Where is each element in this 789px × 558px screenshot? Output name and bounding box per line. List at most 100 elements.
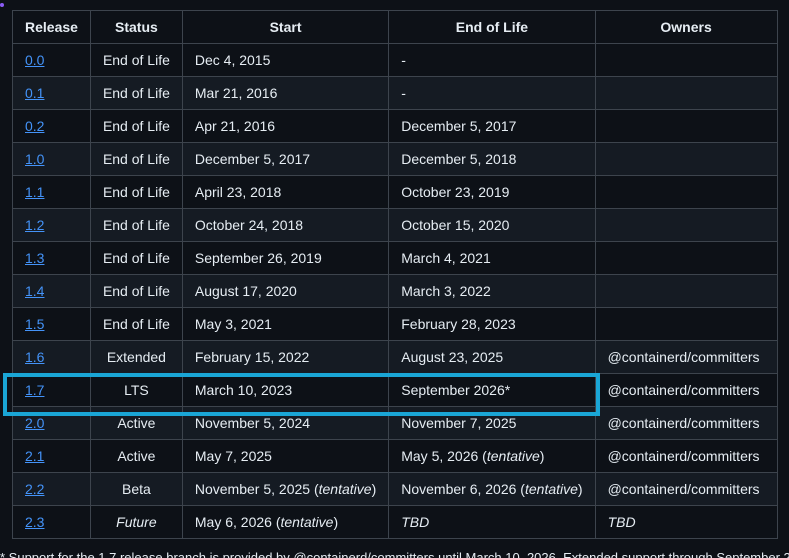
status-cell: Extended: [89, 340, 183, 374]
end-of-life-text: May 5, 2026: [401, 448, 479, 464]
start-date-text: Apr 21, 2016: [194, 118, 276, 134]
owners-cell: [594, 241, 778, 275]
end-of-life-cell: September 2026*: [388, 373, 596, 407]
release-version-link[interactable]: 2.1: [25, 448, 44, 464]
table-row: 1.6 Extended February 15, 2022 August 23, 2…: [12, 340, 778, 374]
start-date-cell: December 5, 2017: [181, 142, 390, 176]
start-date-cell: February 15, 2022: [181, 340, 390, 374]
release-version-link[interactable]: 2.3: [25, 514, 44, 530]
end-of-life-text: October 15, 2020: [401, 217, 510, 233]
status-cell: End of Life: [89, 109, 183, 143]
start-date-cell: May 6, 2026 (tentative): [181, 505, 390, 539]
owners-cell: [594, 76, 778, 110]
end-of-life-cell: March 3, 2022: [388, 274, 596, 308]
status-cell: End of Life: [89, 274, 183, 308]
status-cell: Active: [89, 406, 183, 440]
end-of-life-cell: August 23, 2025: [388, 340, 596, 374]
table-row: 0.0 End of Life Dec 4, 2015 -: [12, 43, 778, 77]
end-of-life-cell: December 5, 2017: [388, 109, 596, 143]
end-of-life-cell: October 23, 2019: [388, 175, 596, 209]
release-version-link[interactable]: 1.4: [25, 283, 44, 299]
status-cell: Active: [89, 439, 183, 473]
header-start: Start: [181, 10, 390, 44]
release-version-link[interactable]: 0.1: [25, 85, 44, 101]
status-cell: End of Life: [89, 241, 183, 275]
start-date-text: Dec 4, 2015: [194, 52, 271, 68]
release-cell: 2.0: [12, 406, 91, 440]
end-of-life-cell: October 15, 2020: [388, 208, 596, 242]
release-version-link[interactable]: 1.2: [25, 217, 44, 233]
owners-cell: [594, 109, 778, 143]
status-cell: End of Life: [89, 307, 183, 341]
start-date-cell: May 3, 2021: [181, 307, 390, 341]
release-version-link[interactable]: 1.5: [25, 316, 44, 332]
status-cell: Beta: [89, 472, 183, 506]
end-of-life-text: March 4, 2021: [401, 250, 491, 266]
end-of-life-cell: -: [388, 43, 596, 77]
status-cell: LTS: [89, 373, 183, 407]
release-version-link[interactable]: 1.0: [25, 151, 44, 167]
start-date-text: November 5, 2024: [194, 415, 311, 431]
release-version-link[interactable]: 2.2: [25, 481, 44, 497]
end-of-life-cell: TBD: [388, 505, 596, 539]
release-version-link[interactable]: 0.0: [25, 52, 44, 68]
owners-cell: @containerd/committers: [594, 472, 778, 506]
release-version-link[interactable]: 2.0: [25, 415, 44, 431]
table-row: 0.1 End of Life Mar 21, 2016 -: [12, 76, 778, 110]
releases-table: Release Status Start End of Life Owners …: [12, 10, 778, 539]
table-header-row: Release Status Start End of Life Owners: [12, 10, 778, 44]
start-date-text: December 5, 2017: [194, 151, 311, 167]
owners-cell: [594, 208, 778, 242]
end-of-life-text: -: [401, 52, 406, 68]
status-cell: Future: [89, 505, 183, 539]
header-release: Release: [12, 10, 91, 44]
owners-cell: @containerd/committers: [594, 439, 778, 473]
end-of-life-cell: February 28, 2023: [388, 307, 596, 341]
status-cell: End of Life: [89, 142, 183, 176]
table-row: 2.1 Active May 7, 2025 May 5, 2026 (tentati…: [12, 439, 778, 473]
status-cell: End of Life: [89, 76, 183, 110]
table-row: 1.1 End of Life April 23, 2018 October 23, …: [12, 175, 778, 209]
start-date-cell: April 23, 2018: [181, 175, 390, 209]
start-date-cell: May 7, 2025: [181, 439, 390, 473]
start-date-cell: Dec 4, 2015: [181, 43, 390, 77]
start-date-text: April 23, 2018: [194, 184, 282, 200]
end-of-life-text: March 3, 2022: [401, 283, 491, 299]
start-date-note: tentative: [318, 481, 372, 497]
end-of-life-cell: December 5, 2018: [388, 142, 596, 176]
release-version-link[interactable]: 1.7: [25, 382, 44, 398]
release-cell: 1.7: [12, 373, 91, 407]
start-date-text: October 24, 2018: [194, 217, 304, 233]
end-of-life-cell: May 5, 2026 (tentative): [388, 439, 596, 473]
start-date-cell: November 5, 2024: [181, 406, 390, 440]
release-cell: 0.0: [12, 43, 91, 77]
release-cell: 1.5: [12, 307, 91, 341]
table-row: 1.2 End of Life October 24, 2018 October 15…: [12, 208, 778, 242]
release-cell: 0.1: [12, 76, 91, 110]
end-of-life-note: tentative: [524, 481, 578, 497]
release-version-link[interactable]: 1.6: [25, 349, 44, 365]
end-of-life-cell: March 4, 2021: [388, 241, 596, 275]
table-row: 1.7 LTS March 10, 2023 September 2026* @cont…: [12, 373, 778, 407]
release-version-link[interactable]: 1.1: [25, 184, 44, 200]
status-cell: End of Life: [89, 208, 183, 242]
owners-cell: [594, 142, 778, 176]
purple-dot-indicator: [0, 3, 4, 7]
release-cell: 1.6: [12, 340, 91, 374]
start-date-text: May 7, 2025: [194, 448, 272, 464]
release-version-link[interactable]: 0.2: [25, 118, 44, 134]
start-date-note: tentative: [280, 514, 334, 530]
table-row: 1.3 End of Life September 26, 2019 March 4,…: [12, 241, 778, 275]
start-date-cell: August 17, 2020: [181, 274, 390, 308]
end-of-life-text: February 28, 2023: [401, 316, 516, 332]
start-date-text: September 26, 2019: [194, 250, 322, 266]
table-row: 0.2 End of Life Apr 21, 2016 December 5, 20…: [12, 109, 778, 143]
start-date-text: May 3, 2021: [194, 316, 272, 332]
end-of-life-text: -: [401, 85, 406, 101]
release-cell: 1.4: [12, 274, 91, 308]
start-date-cell: November 5, 2025 (tentative): [181, 472, 390, 506]
start-date-cell: Mar 21, 2016: [181, 76, 390, 110]
owners-cell: [594, 175, 778, 209]
release-version-link[interactable]: 1.3: [25, 250, 44, 266]
start-date-cell: March 10, 2023: [181, 373, 390, 407]
